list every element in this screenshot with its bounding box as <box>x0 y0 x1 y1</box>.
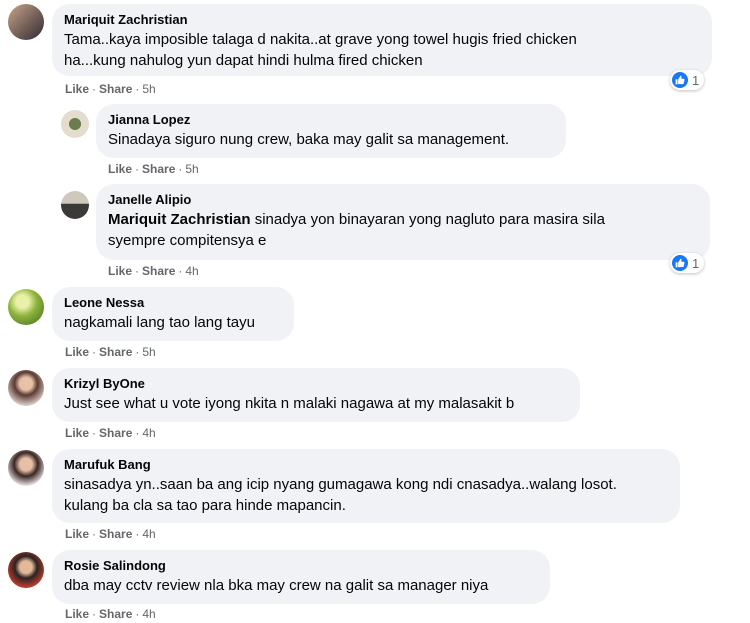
comment-timestamp[interactable]: 5h <box>142 345 155 359</box>
reaction-count: 1 <box>692 72 700 88</box>
reaction-count-badge[interactable]: 1 <box>670 253 705 273</box>
comment-author[interactable]: Leone Nessa <box>64 295 282 311</box>
share-link[interactable]: Share <box>142 162 175 176</box>
comment-timestamp[interactable]: 5h <box>185 162 198 176</box>
comment-text-line: Sinadaya siguro nung crew, baka may gali… <box>108 131 510 148</box>
comment-author[interactable]: Jianna Lopez <box>108 112 554 128</box>
comment-text-line: sinasadya yn..saan ba ang icip nyang gum… <box>64 476 617 493</box>
comment-timestamp[interactable]: 4h <box>142 426 155 440</box>
avatar[interactable] <box>8 289 44 325</box>
comment-text-line: kulang ba cla sa tao para hinde mapancin… <box>64 497 346 514</box>
comment-actions: Like · Share · 4h <box>65 426 156 440</box>
avatar[interactable] <box>8 450 44 486</box>
comment-text-line: Tama..kaya imposible talaga d nakita..at… <box>64 31 577 48</box>
comment-author[interactable]: Marufuk Bang <box>64 457 668 473</box>
share-link[interactable]: Share <box>99 82 132 96</box>
comment-bubble: Marufuk Bang sinasadya yn..saan ba ang i… <box>52 449 680 523</box>
comment-author[interactable]: Rosie Salindong <box>64 558 538 574</box>
share-link[interactable]: Share <box>99 607 132 621</box>
comment-text-line: dba may cctv review nla bka may crew na … <box>64 577 489 594</box>
comment-actions: Like · Share · 5h <box>65 345 156 359</box>
like-link[interactable]: Like <box>108 162 132 176</box>
comment-bubble: Rosie Salindong dba may cctv review nla … <box>52 550 550 604</box>
avatar[interactable] <box>61 110 89 138</box>
comment-timestamp[interactable]: 4h <box>185 264 198 278</box>
like-link[interactable]: Like <box>65 527 89 541</box>
comment-bubble: Krizyl ByOne Just see what u vote iyong … <box>52 368 580 422</box>
like-link[interactable]: Like <box>65 607 89 621</box>
comment-author[interactable]: Mariquit Zachristian <box>64 12 700 28</box>
share-link[interactable]: Share <box>99 527 132 541</box>
comment-actions: Like · Share · 4h <box>65 527 156 541</box>
comment-bubble: Mariquit Zachristian Tama..kaya imposibl… <box>52 4 712 76</box>
share-link[interactable]: Share <box>99 345 132 359</box>
mention-link[interactable]: Mariquit Zachristian <box>108 211 251 228</box>
comment-bubble: Leone Nessa nagkamali lang tao lang tayu <box>52 287 294 341</box>
avatar[interactable] <box>8 552 44 588</box>
comment-bubble: Janelle Alipio Mariquit Zachristian sina… <box>96 184 710 260</box>
comment-bubble: Jianna Lopez Sinadaya siguro nung crew, … <box>96 104 566 158</box>
comment-timestamp[interactable]: 4h <box>142 527 155 541</box>
comment-timestamp[interactable]: 4h <box>142 607 155 621</box>
comment-actions: Like · Share · 5h <box>65 82 156 96</box>
comment-text-line: syempre compitensya e <box>108 232 267 249</box>
reaction-count-badge[interactable]: 1 <box>670 70 705 90</box>
reaction-count: 1 <box>692 255 700 271</box>
comment-text-line: ha...kung nahulog yun dapat hindi hulma … <box>64 52 423 69</box>
share-link[interactable]: Share <box>99 426 132 440</box>
like-link[interactable]: Like <box>65 426 89 440</box>
like-link[interactable]: Like <box>65 345 89 359</box>
like-icon <box>672 72 688 88</box>
comment-text-line: nagkamali lang tao lang tayu <box>64 314 255 331</box>
comment-actions: Like · Share · 4h <box>65 607 156 621</box>
comment-actions: Like · Share · 4h <box>108 264 199 278</box>
like-link[interactable]: Like <box>108 264 132 278</box>
comment-text-line: Mariquit Zachristian sinadya yon binayar… <box>108 211 605 228</box>
avatar[interactable] <box>8 370 44 406</box>
share-link[interactable]: Share <box>142 264 175 278</box>
comment-text-line: Just see what u vote iyong nkita n malak… <box>64 395 515 412</box>
avatar[interactable] <box>8 4 44 40</box>
comment-author[interactable]: Krizyl ByOne <box>64 376 568 392</box>
comment-actions: Like · Share · 5h <box>108 162 199 176</box>
like-link[interactable]: Like <box>65 82 89 96</box>
comment-author[interactable]: Janelle Alipio <box>108 192 698 208</box>
avatar[interactable] <box>61 191 89 219</box>
like-icon <box>672 255 688 271</box>
comment-timestamp[interactable]: 5h <box>142 82 155 96</box>
